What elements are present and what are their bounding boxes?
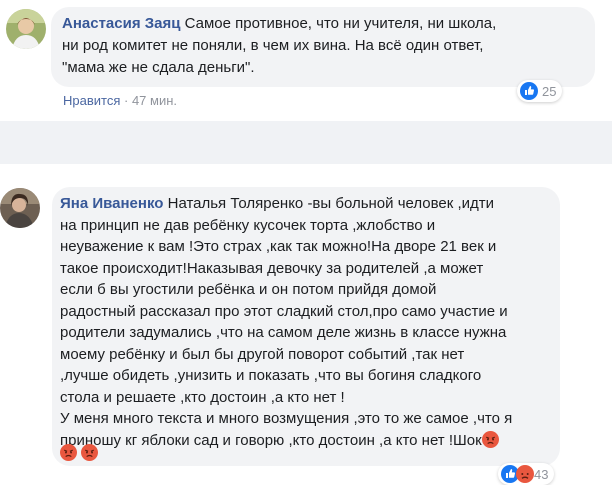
avatar-photo	[0, 188, 40, 228]
comment-actions: Нравится · 47 мин.	[63, 93, 177, 108]
comment-text: Анастасия Заяц Самое противное, что ни у…	[62, 13, 587, 79]
comment-author[interactable]: Яна Иваненко	[60, 195, 163, 212]
avatar[interactable]	[6, 9, 46, 49]
section-divider	[0, 121, 612, 164]
angry-face-icon	[60, 444, 77, 461]
meta-separator: ·	[120, 93, 132, 108]
like-link[interactable]: Нравится	[63, 93, 120, 108]
avatar-photo	[6, 9, 46, 49]
reaction-count: 43	[534, 466, 549, 482]
angry-face-icon	[516, 465, 534, 483]
comment-body: Наталья Толяренко -вы больной человек ,и…	[60, 195, 513, 449]
like-icon	[520, 82, 538, 100]
comment-text: Яна Иваненко Наталья Толяренко -вы больн…	[60, 193, 556, 451]
comment-1: Анастасия Заяц Самое противное, что ни у…	[0, 0, 612, 121]
reaction-summary[interactable]: 43	[498, 463, 555, 485]
reaction-summary[interactable]: 25	[517, 80, 563, 102]
angry-face-icon	[481, 430, 499, 448]
angry-face-icon	[81, 444, 99, 461]
comment-time[interactable]: 47 мин.	[132, 93, 177, 108]
reaction-count: 25	[542, 83, 557, 99]
avatar[interactable]	[0, 188, 40, 228]
comment-author[interactable]: Анастасия Заяц	[62, 15, 180, 32]
emoji-row	[60, 444, 99, 463]
